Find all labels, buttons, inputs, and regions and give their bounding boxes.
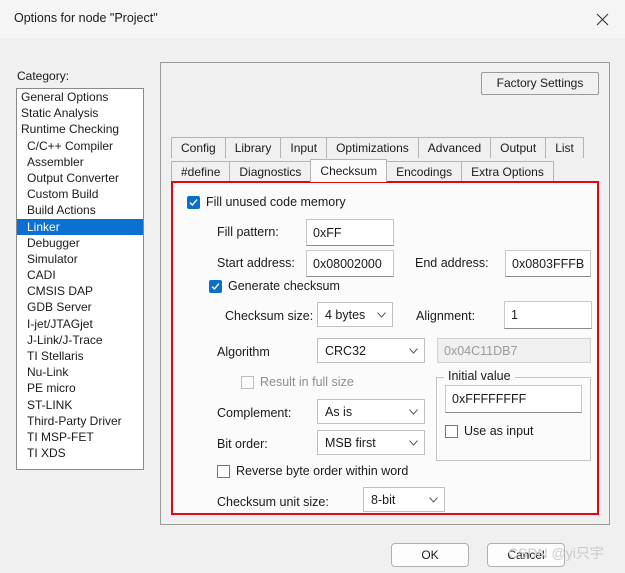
reverse-byte-order-label: Reverse byte order within word [236,464,409,478]
sidebar-item-simulator[interactable]: Simulator [17,251,143,267]
result-in-full-size-checkbox: Result in full size [241,375,354,389]
result-in-full-size-label: Result in full size [260,375,354,389]
tab-library[interactable]: Library [224,137,282,158]
end-address-label: End address: [415,256,489,270]
options-panel: Factory Settings Config Library Input Op… [160,62,610,525]
title-bar: Options for node "Project" [0,0,625,39]
sidebar-item-nu-link[interactable]: Nu-Link [17,364,143,380]
sidebar-item-build-actions[interactable]: Build Actions [17,202,143,218]
cancel-button[interactable]: Cancel [487,543,565,567]
checksum-size-label: Checksum size: [225,309,314,323]
sidebar-item-ti-msp-fet[interactable]: TI MSP-FET [17,429,143,445]
sidebar-item-ti-xds[interactable]: TI XDS [17,445,143,461]
initial-value-input[interactable]: 0xFFFFFFFF [445,385,582,413]
sidebar-item-runtime-checking[interactable]: Runtime Checking [17,121,143,137]
checkbox-box-icon [241,375,254,389]
checkmark-icon [187,195,200,209]
sidebar-item-gdb-server[interactable]: GDB Server [17,299,143,315]
complement-select[interactable]: As is [317,399,425,424]
checkbox-box-icon [445,424,458,438]
fill-pattern-input[interactable]: 0xFF [306,219,394,246]
bit-order-value: MSB first [325,435,376,450]
tab-list[interactable]: List [545,137,584,158]
algorithm-value: CRC32 [325,343,366,358]
fill-pattern-label: Fill pattern: [217,225,279,239]
sidebar-item-general-options[interactable]: General Options [17,89,143,105]
tab-checksum[interactable]: Checksum [310,159,388,182]
algorithm-select[interactable]: CRC32 [317,338,425,363]
sidebar-item-linker[interactable]: Linker [17,218,143,235]
start-address-label: Start address: [217,256,295,270]
sidebar-item-static-analysis[interactable]: Static Analysis [17,105,143,121]
factory-settings-button[interactable]: Factory Settings [481,72,599,95]
sidebar-item-i-jet-jtagjet[interactable]: I-jet/JTAGjet [17,316,143,332]
generate-checksum-label: Generate checksum [228,279,340,293]
chevron-down-icon [402,347,424,354]
checksum-unit-size-value: 8-bit [371,492,396,507]
bit-order-label: Bit order: [217,437,268,451]
sidebar-item-ti-stellaris[interactable]: TI Stellaris [17,348,143,364]
alignment-label: Alignment: [416,309,476,323]
complement-label: Complement: [217,406,292,420]
checksum-unit-size-select[interactable]: 8-bit [363,487,445,512]
bit-order-select[interactable]: MSB first [317,430,425,455]
checkbox-box-icon [217,464,230,478]
checkmark-icon [209,279,222,293]
generate-checksum-checkbox[interactable]: Generate checksum [209,279,340,293]
complement-value: As is [325,404,353,419]
ok-button[interactable]: OK [391,543,469,567]
sidebar-item-custom-build[interactable]: Custom Build [17,186,143,202]
tab-bar-row-1: Config Library Input Optimizations Advan… [171,137,584,158]
sidebar-item-st-link[interactable]: ST-LINK [17,397,143,413]
reverse-byte-order-checkbox[interactable]: Reverse byte order within word [217,464,408,478]
checksum-size-value: 4 bytes [325,307,366,322]
tab-advanced[interactable]: Advanced [417,137,492,158]
sidebar-item-cadi[interactable]: CADI [17,267,143,283]
use-as-input-label: Use as input [464,424,534,438]
tab-optimizations[interactable]: Optimizations [326,137,419,158]
close-icon [596,13,609,26]
tab-input[interactable]: Input [280,137,328,158]
sidebar-item-assembler[interactable]: Assembler [17,154,143,170]
checksum-settings-panel: Fill unused code memory Fill pattern: 0x… [171,181,599,515]
sidebar-item-cmsis-dap[interactable]: CMSIS DAP [17,283,143,299]
category-label: Category: [17,69,70,83]
tab-encodings[interactable]: Encodings [386,161,463,182]
checksum-size-select[interactable]: 4 bytes [317,302,393,327]
sidebar-item-third-party-driver[interactable]: Third-Party Driver [17,413,143,429]
fill-unused-code-memory-checkbox[interactable]: Fill unused code memory [187,195,346,209]
tab-define[interactable]: #define [171,161,231,182]
tab-bar-row-2: #define Diagnostics Checksum Encodings E… [171,159,554,182]
tab-output[interactable]: Output [490,137,547,158]
sidebar-item-c-cpp-compiler[interactable]: C/C++ Compiler [17,138,143,154]
sidebar-item-debugger[interactable]: Debugger [17,235,143,251]
chevron-down-icon [402,439,424,446]
start-address-input[interactable]: 0x08002000 [306,250,394,277]
alignment-input[interactable]: 1 [504,301,592,329]
polynomial-input: 0x04C11DB7 [437,338,591,363]
initial-value-group-label: Initial value [444,369,515,383]
tab-extra-options[interactable]: Extra Options [461,161,554,182]
fill-unused-code-memory-label: Fill unused code memory [206,195,346,209]
algorithm-label: Algorithm [217,345,270,359]
close-button[interactable] [579,0,625,38]
sidebar-item-j-link-j-trace[interactable]: J-Link/J-Trace [17,332,143,348]
use-as-input-checkbox[interactable]: Use as input [445,424,533,438]
tab-diagnostics[interactable]: Diagnostics [229,161,312,182]
sidebar-item-pe-micro[interactable]: PE micro [17,380,143,396]
window-title: Options for node "Project" [14,11,158,25]
chevron-down-icon [422,496,444,503]
end-address-input[interactable]: 0x0803FFFB [505,250,591,277]
chevron-down-icon [370,311,392,318]
sidebar-item-output-converter[interactable]: Output Converter [17,170,143,186]
checksum-unit-size-label: Checksum unit size: [217,495,329,509]
tab-config[interactable]: Config [171,137,226,158]
chevron-down-icon [402,408,424,415]
category-list[interactable]: General Options Static Analysis Runtime … [16,88,144,470]
